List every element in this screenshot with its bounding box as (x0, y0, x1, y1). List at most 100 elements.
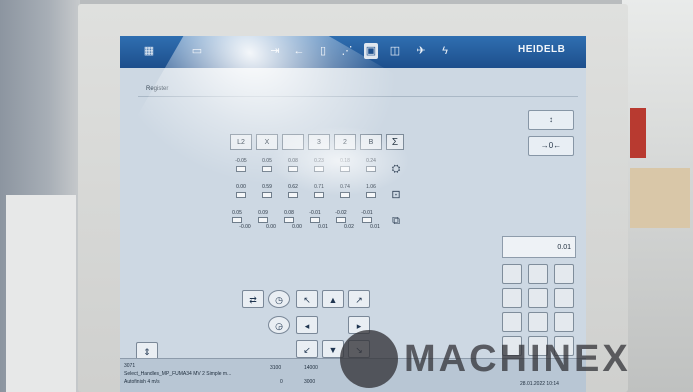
unit-header-2[interactable]: 2 (334, 134, 356, 150)
speed-value: 3100 (270, 365, 282, 371)
row3-cell[interactable] (336, 217, 346, 223)
job-number: 3071 (124, 363, 136, 369)
tab-register[interactable]: Register (138, 82, 202, 96)
diagonal-up-left-button[interactable]: ↖ (296, 290, 318, 308)
sum-header[interactable]: Σ (386, 134, 404, 150)
unit-header-blank[interactable] (282, 134, 304, 150)
value-readout: 0.01 (502, 236, 576, 258)
brand-logo: HEIDELB (518, 44, 566, 55)
page-icon[interactable]: ▭ (190, 43, 204, 59)
row3-value: 0.05 (232, 210, 242, 216)
row1-cell[interactable] (236, 166, 246, 172)
ink-icon[interactable]: ⋰ (340, 43, 354, 59)
row3-value: -0.01 (361, 210, 373, 216)
unit-header-3[interactable]: 3 (308, 134, 330, 150)
keypad-key[interactable] (554, 264, 574, 284)
row3-value: -0.02 (335, 210, 347, 216)
left-button[interactable]: ◂ (296, 316, 318, 334)
row1-value: 0.18 (340, 158, 350, 164)
circumferential-register-icon[interactable]: ⛭ (388, 162, 404, 176)
unit-header-b[interactable]: B (360, 134, 382, 150)
unit-header-l2[interactable]: L2 (230, 134, 252, 150)
job-mode: Autofinish 4 m/s (124, 379, 160, 385)
background-wall-left (0, 0, 80, 392)
row2-cell[interactable] (262, 192, 272, 198)
plane-icon[interactable]: ✈ (414, 43, 428, 59)
keypad-key[interactable] (502, 264, 522, 284)
lock-icon[interactable]: ▣ (364, 43, 378, 59)
row3b-value: 0.00 (266, 224, 276, 230)
row3b-value: -0.00 (239, 224, 251, 230)
row1-cell[interactable] (340, 166, 350, 172)
vertical-move-button[interactable]: ↕ (528, 110, 574, 130)
row1-cell[interactable] (314, 166, 324, 172)
background-bottle (630, 108, 646, 158)
row1-value: -0.05 (235, 158, 247, 164)
background-box (630, 168, 690, 228)
row2-value: 0.74 (340, 184, 350, 190)
clock-icon[interactable]: ◷ (268, 290, 290, 308)
background-panel (6, 195, 76, 392)
watermark-text: MACHINEX (404, 338, 631, 380)
row3-cell[interactable] (232, 217, 242, 223)
lateral-register-icon[interactable]: ⊡ (388, 188, 404, 202)
row2-cell[interactable] (340, 192, 350, 198)
diagonal-down-left-button[interactable]: ↙ (296, 340, 318, 358)
watermark: MACHINEX (340, 330, 680, 390)
row3b-value: 0.01 (318, 224, 328, 230)
keypad-key[interactable] (528, 264, 548, 284)
row1-cell[interactable] (262, 166, 272, 172)
row3b-value: 0.00 (292, 224, 302, 230)
timer-icon[interactable]: ◶ (268, 316, 290, 334)
pile-icon[interactable]: ◫ (388, 43, 402, 59)
keypad-key[interactable] (554, 312, 574, 332)
row3-cell[interactable] (362, 217, 372, 223)
row3-value: 0.09 (258, 210, 268, 216)
row2-value: 0.59 (262, 184, 272, 190)
apply-button[interactable]: ⇄ (242, 290, 264, 308)
row2-cell[interactable] (314, 192, 324, 198)
grid-icon[interactable]: ▦ (142, 43, 156, 59)
row1-value: 0.23 (314, 158, 324, 164)
preset-value: 3000 (304, 379, 316, 385)
row3-cell[interactable] (284, 217, 294, 223)
arrow-left-icon[interactable]: ← (292, 43, 306, 59)
row2-value: 0.62 (288, 184, 298, 190)
job-name: Select_Handles_MP_FUMA34 MV 2 Simple m..… (124, 371, 232, 377)
row2-value: 0.00 (236, 184, 246, 190)
diagonal-register-icon[interactable]: ⧉ (388, 214, 404, 228)
keypad-key[interactable] (528, 312, 548, 332)
counter-value: 0 (280, 379, 283, 385)
top-toolbar: ▦ ▭ ⇥ ← ▯ ⋰ ▣ ◫ ✈ ϟ HEIDELB (120, 36, 586, 68)
gauge-icon[interactable]: ▯ (316, 43, 330, 59)
row3-cell[interactable] (310, 217, 320, 223)
row1-cell[interactable] (288, 166, 298, 172)
keypad-key[interactable] (528, 288, 548, 308)
row1-value: 0.08 (288, 158, 298, 164)
zero-center-button[interactable]: →0← (528, 136, 574, 156)
keypad-key[interactable] (502, 312, 522, 332)
lightning-icon[interactable]: ϟ (438, 43, 452, 59)
row2-value: 1.06 (366, 184, 376, 190)
row2-cell[interactable] (236, 192, 246, 198)
row3-value: -0.01 (309, 210, 321, 216)
watermark-logo (340, 330, 398, 388)
row2-cell[interactable] (366, 192, 376, 198)
row1-value: 0.05 (262, 158, 272, 164)
row2-value: 0.71 (314, 184, 324, 190)
keypad-key[interactable] (554, 288, 574, 308)
row3b-value: 0.02 (344, 224, 354, 230)
diagonal-up-right-button[interactable]: ↗ (348, 290, 370, 308)
row1-value: 0.24 (366, 158, 376, 164)
row1-cell[interactable] (366, 166, 376, 172)
row3b-value: 0.01 (370, 224, 380, 230)
arrow-in-icon[interactable]: ⇥ (268, 43, 282, 59)
keypad-key[interactable] (502, 288, 522, 308)
unit-header-x[interactable]: X (256, 134, 278, 150)
up-button[interactable]: ▲ (322, 290, 344, 308)
tab-divider (138, 96, 578, 97)
target-value: 14000 (304, 365, 318, 371)
row3-cell[interactable] (258, 217, 268, 223)
row2-cell[interactable] (288, 192, 298, 198)
row3-value: 0.08 (284, 210, 294, 216)
